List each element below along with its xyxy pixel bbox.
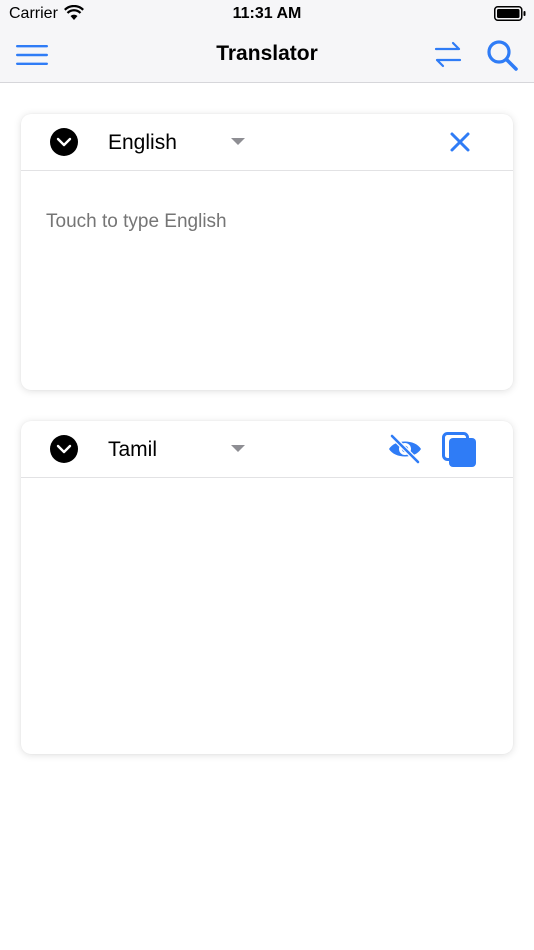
source-collapse-toggle[interactable] (50, 128, 78, 156)
swap-arrows-icon[interactable] (430, 37, 466, 73)
source-card: English (21, 114, 513, 390)
status-bar: Carrier 11:31 AM (0, 0, 534, 28)
target-collapse-toggle[interactable] (50, 435, 78, 463)
chevron-down-icon (56, 137, 72, 147)
source-text-input[interactable] (46, 211, 486, 233)
eye-off-icon[interactable] (387, 433, 423, 465)
translation-output (46, 501, 486, 731)
translator-screen: Carrier 11:31 AM Translator English Touc… (0, 0, 534, 950)
copy-icon[interactable] (442, 432, 478, 468)
target-language-label[interactable]: Tamil (108, 438, 157, 462)
search-icon[interactable] (484, 37, 520, 73)
chevron-down-icon (56, 444, 72, 454)
caret-down-icon[interactable] (231, 445, 245, 453)
source-language-label[interactable]: English (108, 131, 177, 155)
status-time: 11:31 AM (232, 5, 302, 22)
caret-down-icon[interactable] (231, 138, 245, 146)
target-card-header: Tamil (21, 421, 513, 478)
source-card-header: English (21, 114, 513, 171)
close-icon[interactable] (446, 128, 474, 156)
battery-icon (494, 6, 526, 21)
nav-bar: Translator (0, 28, 534, 83)
target-card: Tamil (21, 421, 513, 754)
